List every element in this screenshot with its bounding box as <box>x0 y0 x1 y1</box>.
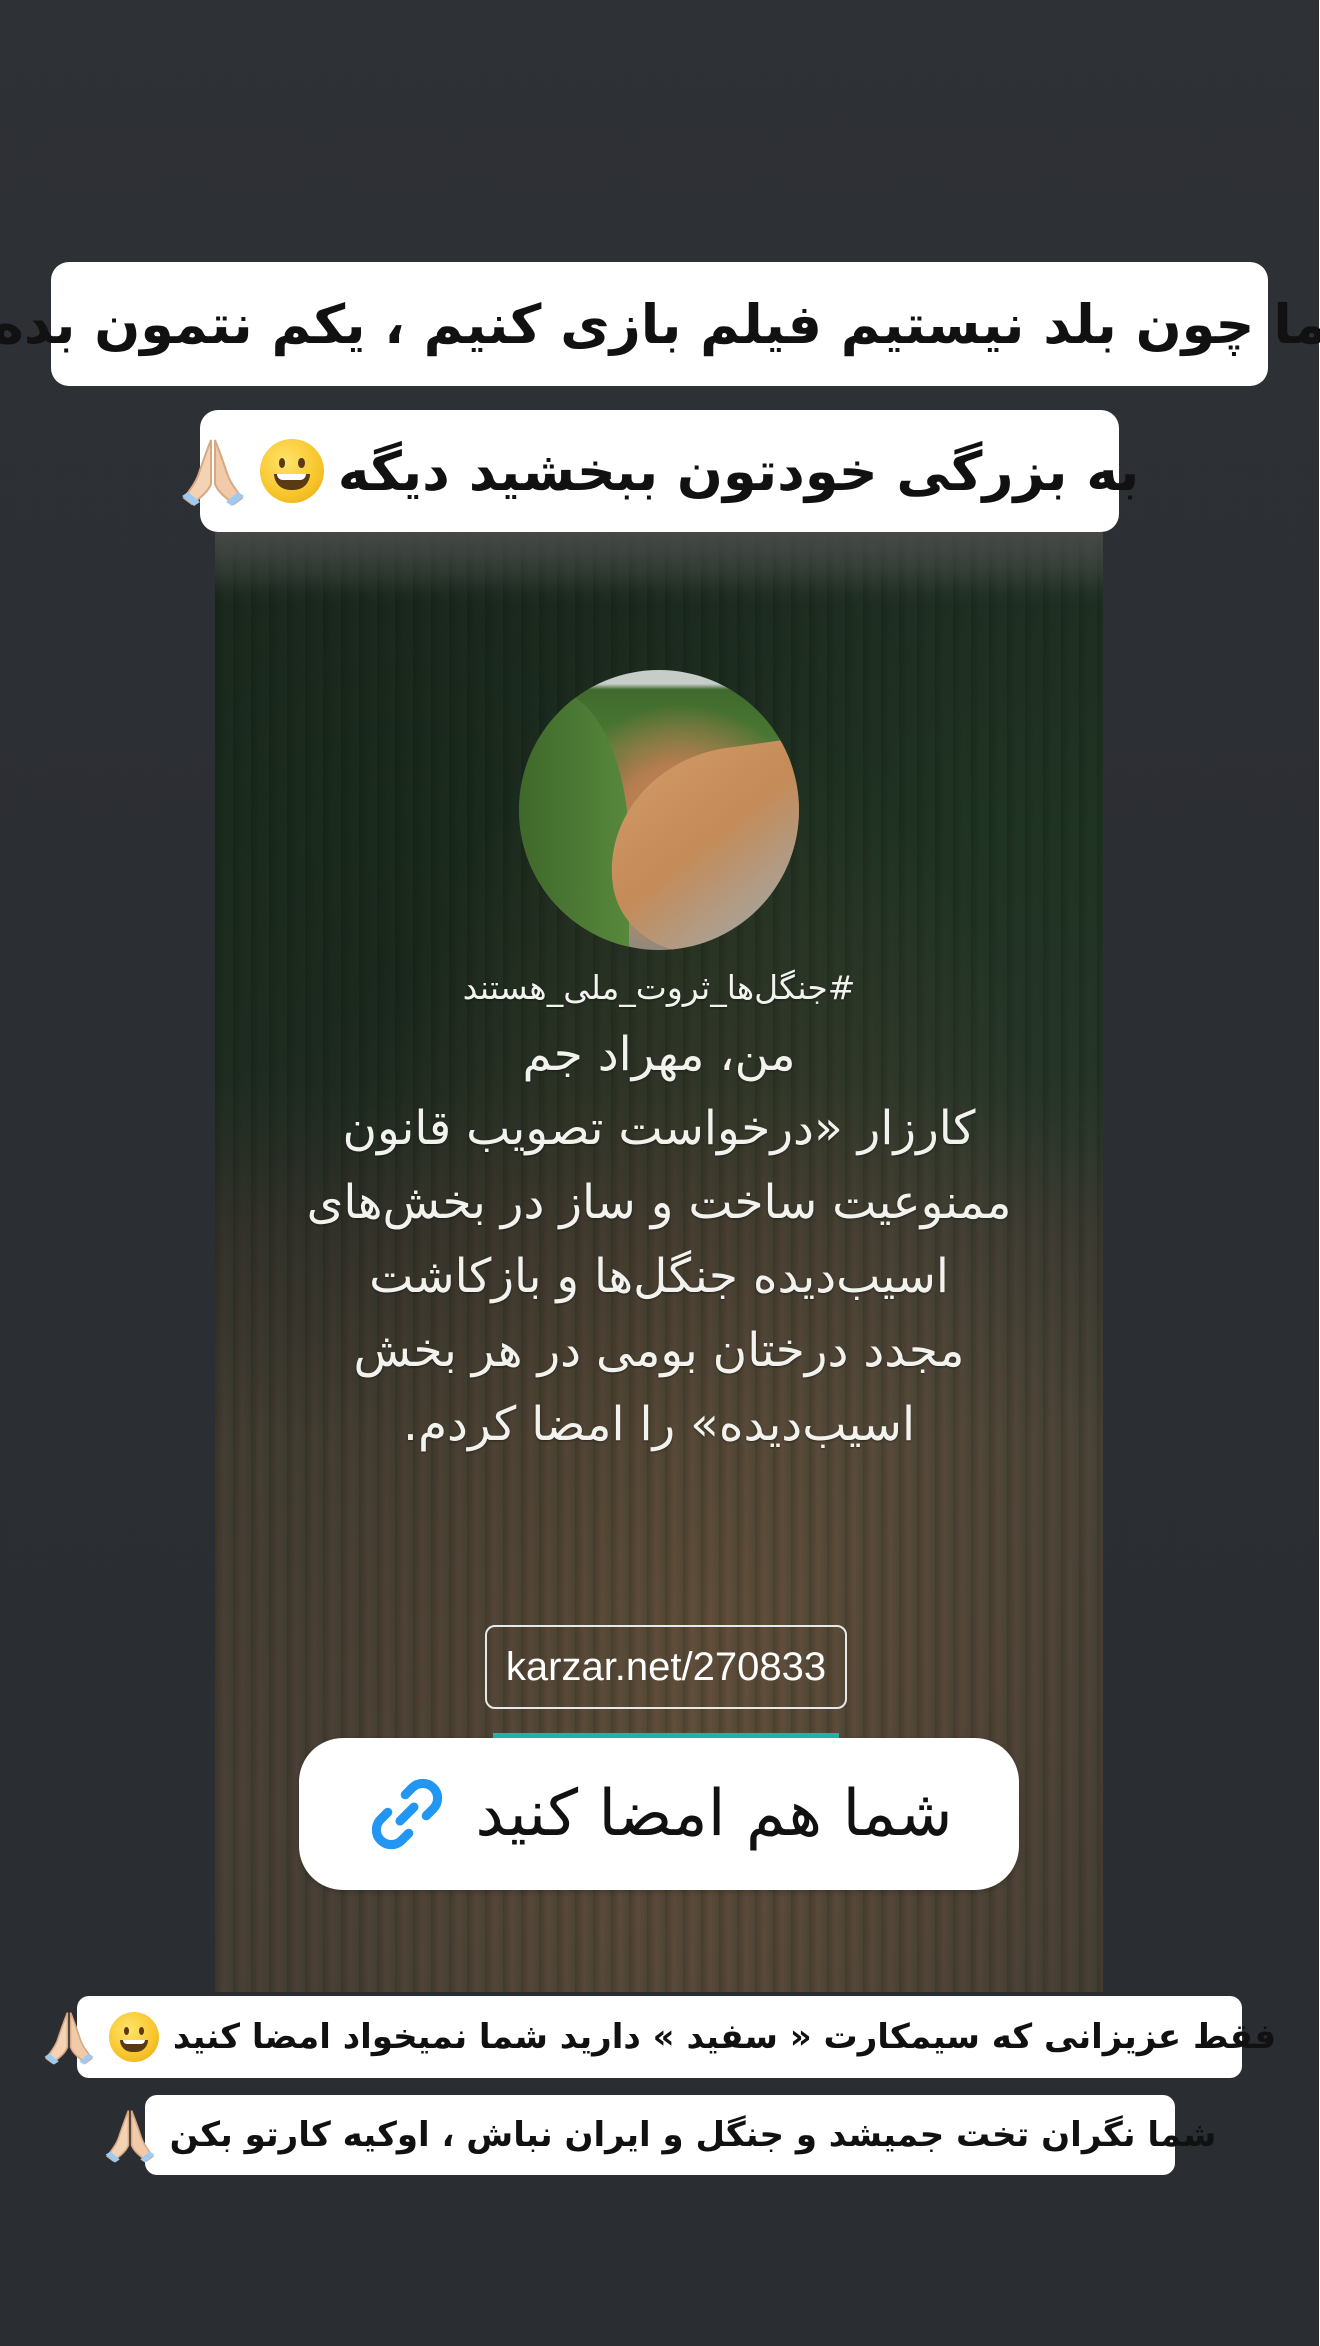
caption-text: ما چون بلد نیستیم فیلم بازی کنیم ، یکم ن… <box>0 292 1320 356</box>
story-body-line: اسیب‌دیده» را امضا کردم. <box>404 1397 916 1452</box>
caption-text: فقط عزیزانی که سیمکارت « سفید » دارید شم… <box>173 2017 1278 2057</box>
grinning-face-icon <box>260 439 325 503</box>
petition-link[interactable]: karzar.net/270833 <box>486 1625 848 1709</box>
sign-petition-button[interactable]: شما هم امضا کنید <box>300 1738 1020 1890</box>
story-body-line: مجدد درختان بومی در هر بخش <box>354 1323 966 1378</box>
winking-face-icon <box>109 2012 160 2062</box>
caption-top-line-1: ما چون بلد نیستیم فیلم بازی کنیم ، یکم ن… <box>0 262 1320 386</box>
avatar <box>520 670 800 950</box>
story-body: من، مهراد جم کارزار «درخواست تصویب قانون… <box>216 1018 1104 1462</box>
caption-text: شما نگران تخت جمیشد و جنگل و ایران نباش … <box>170 2115 1218 2155</box>
story-body-line: من، مهراد جم <box>523 1027 797 1082</box>
caption-bottom-line-2: شما نگران تخت جمیشد و جنگل و ایران نباش … <box>106 2095 1217 2175</box>
folded-hands-icon <box>44 2009 96 2065</box>
caption-top-line-2: به بزرگی خودتون ببخشید دیگه <box>182 410 1140 532</box>
folded-hands-icon <box>105 2107 157 2163</box>
story-body-line: ممنوعیت ساخت و ساز در بخش‌های <box>307 1175 1013 1230</box>
link-icon <box>373 1778 444 1850</box>
caption-text: به بزرگی خودتون ببخشید دیگه <box>338 439 1141 503</box>
folded-hands-icon <box>181 436 247 506</box>
story-hashtag: #جنگل‌ها_ثروت_ملی_هستند <box>463 968 857 1007</box>
story-body-line: اسیب‌دیده جنگل‌ها و بازکاشت <box>370 1249 950 1304</box>
story-body-line: کارزار «درخواست تصویب قانون <box>343 1101 977 1156</box>
sign-button-label: شما هم امضا کنید <box>476 1777 954 1851</box>
caption-bottom-line-1: فقط عزیزانی که سیمکارت « سفید » دارید شم… <box>45 1996 1277 2078</box>
